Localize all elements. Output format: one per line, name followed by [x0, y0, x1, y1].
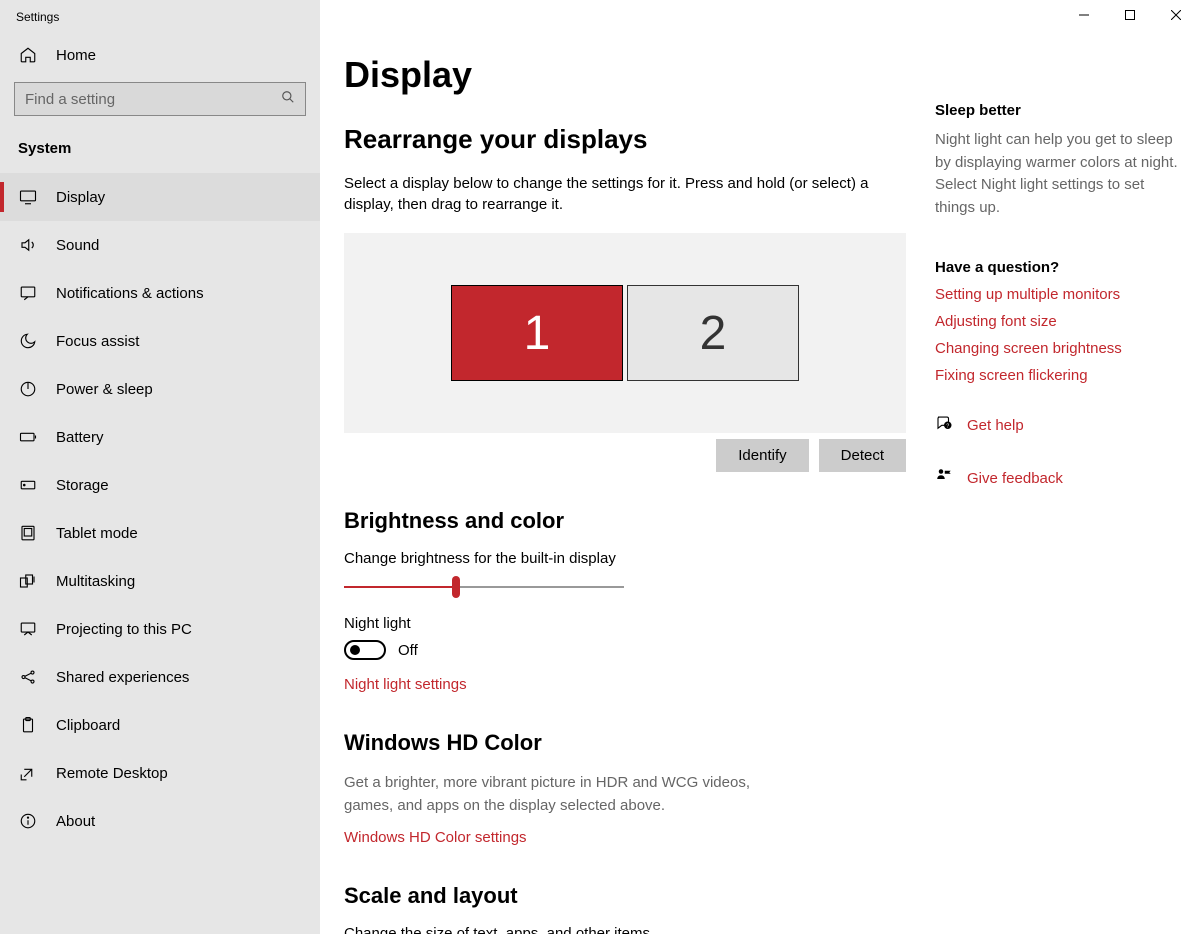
sidebar-item-projecting-to-this-pc[interactable]: Projecting to this PC	[0, 605, 320, 653]
home-label: Home	[56, 47, 96, 64]
rearrange-desc: Select a display below to change the set…	[344, 173, 904, 215]
question-heading: Have a question?	[935, 259, 1179, 276]
brightness-label: Change brightness for the built-in displ…	[344, 550, 911, 567]
monitor-1[interactable]: 1	[451, 285, 623, 381]
sidebar-item-shared-experiences[interactable]: Shared experiences	[0, 653, 320, 701]
sidebar-item-label: Projecting to this PC	[56, 621, 192, 638]
tips-panel: Sleep better Night light can help you ge…	[935, 34, 1199, 934]
brightness-heading: Brightness and color	[344, 508, 911, 534]
help-link[interactable]: Fixing screen flickering	[935, 367, 1179, 384]
clipboard-icon	[18, 716, 38, 734]
hdcolor-desc: Get a brighter, more vibrant picture in …	[344, 772, 774, 817]
sidebar-item-tablet-mode[interactable]: Tablet mode	[0, 509, 320, 557]
sidebar-item-sound[interactable]: Sound	[0, 221, 320, 269]
maximize-button[interactable]	[1107, 0, 1153, 30]
give-feedback-link[interactable]: Give feedback	[935, 467, 1179, 490]
scale-heading: Scale and layout	[344, 883, 911, 909]
sidebar-item-label: Sound	[56, 237, 99, 254]
sleep-better-body: Night light can help you get to sleep by…	[935, 129, 1179, 219]
scale-desc: Change the size of text, apps, and other…	[344, 925, 911, 934]
sidebar-item-clipboard[interactable]: Clipboard	[0, 701, 320, 749]
sidebar-item-label: Storage	[56, 477, 109, 494]
get-help-label: Get help	[967, 417, 1024, 434]
minimize-button[interactable]	[1061, 0, 1107, 30]
sidebar-item-label: Tablet mode	[56, 525, 138, 542]
sidebar-item-remote-desktop[interactable]: Remote Desktop	[0, 749, 320, 797]
storage-icon	[18, 476, 38, 494]
sidebar-item-label: Focus assist	[56, 333, 139, 350]
home-icon	[18, 46, 38, 64]
sidebar-item-label: Power & sleep	[56, 381, 153, 398]
identify-button[interactable]: Identify	[716, 439, 808, 472]
sidebar-nav: Display Sound Notifications & actions Focus…	[0, 173, 320, 934]
sidebar-item-storage[interactable]: Storage	[0, 461, 320, 509]
help-chat-icon: ?	[935, 414, 953, 437]
sidebar-item-display[interactable]: Display	[0, 173, 320, 221]
svg-text:?: ?	[946, 424, 949, 430]
give-feedback-label: Give feedback	[967, 470, 1063, 487]
notifications-icon	[18, 284, 38, 302]
detect-button[interactable]: Detect	[819, 439, 906, 472]
power-icon	[18, 380, 38, 398]
sidebar-item-label: Clipboard	[56, 717, 120, 734]
sleep-better-heading: Sleep better	[935, 102, 1179, 119]
sidebar-item-label: Multitasking	[56, 573, 135, 590]
sidebar-item-battery[interactable]: Battery	[0, 413, 320, 461]
night-light-toggle[interactable]	[344, 640, 386, 660]
projecting-icon	[18, 620, 38, 638]
sidebar: Settings Home System Display Sound Notific…	[0, 0, 320, 934]
sidebar-item-label: About	[56, 813, 95, 830]
help-link[interactable]: Adjusting font size	[935, 313, 1179, 330]
sidebar-item-label: Remote Desktop	[56, 765, 168, 782]
search-field[interactable]	[25, 91, 281, 108]
feedback-icon	[935, 467, 953, 490]
sound-icon	[18, 236, 38, 254]
slider-thumb[interactable]	[452, 576, 460, 598]
sidebar-item-about[interactable]: About	[0, 797, 320, 845]
sidebar-item-label: Notifications & actions	[56, 285, 204, 302]
shared-icon	[18, 668, 38, 686]
sidebar-item-label: Display	[56, 189, 105, 206]
moon-icon	[18, 332, 38, 350]
help-link[interactable]: Changing screen brightness	[935, 340, 1179, 357]
remote-icon	[18, 764, 38, 782]
multitasking-icon	[18, 572, 38, 590]
slider-fill	[344, 586, 456, 588]
home-button[interactable]: Home	[0, 32, 320, 76]
page-title: Display	[344, 54, 911, 96]
window-title: Settings	[0, 0, 320, 32]
hdcolor-heading: Windows HD Color	[344, 730, 911, 756]
sidebar-item-focus-assist[interactable]: Focus assist	[0, 317, 320, 365]
titlebar	[320, 0, 1199, 34]
search-icon	[281, 90, 295, 109]
sidebar-item-multitasking[interactable]: Multitasking	[0, 557, 320, 605]
battery-icon	[18, 428, 38, 446]
display-arrangement[interactable]: 1 2	[344, 233, 906, 433]
sidebar-item-power-sleep[interactable]: Power & sleep	[0, 365, 320, 413]
get-help-link[interactable]: ? Get help	[935, 414, 1179, 437]
rearrange-heading: Rearrange your displays	[344, 124, 911, 155]
sidebar-item-label: Shared experiences	[56, 669, 189, 686]
question-links: Setting up multiple monitors Adjusting fo…	[935, 286, 1179, 384]
display-icon	[18, 188, 38, 206]
search-input[interactable]	[14, 82, 306, 116]
night-light-settings-link[interactable]: Night light settings	[344, 676, 467, 693]
sidebar-item-label: Battery	[56, 429, 104, 446]
close-button[interactable]	[1153, 0, 1199, 30]
night-light-state: Off	[398, 642, 418, 659]
monitor-2[interactable]: 2	[627, 285, 799, 381]
hdcolor-link[interactable]: Windows HD Color settings	[344, 829, 527, 846]
sidebar-item-notifications-actions[interactable]: Notifications & actions	[0, 269, 320, 317]
tablet-icon	[18, 524, 38, 542]
night-light-label: Night light	[344, 615, 911, 632]
brightness-slider[interactable]	[344, 575, 624, 599]
section-label: System	[0, 130, 320, 173]
help-link[interactable]: Setting up multiple monitors	[935, 286, 1179, 303]
about-icon	[18, 812, 38, 830]
